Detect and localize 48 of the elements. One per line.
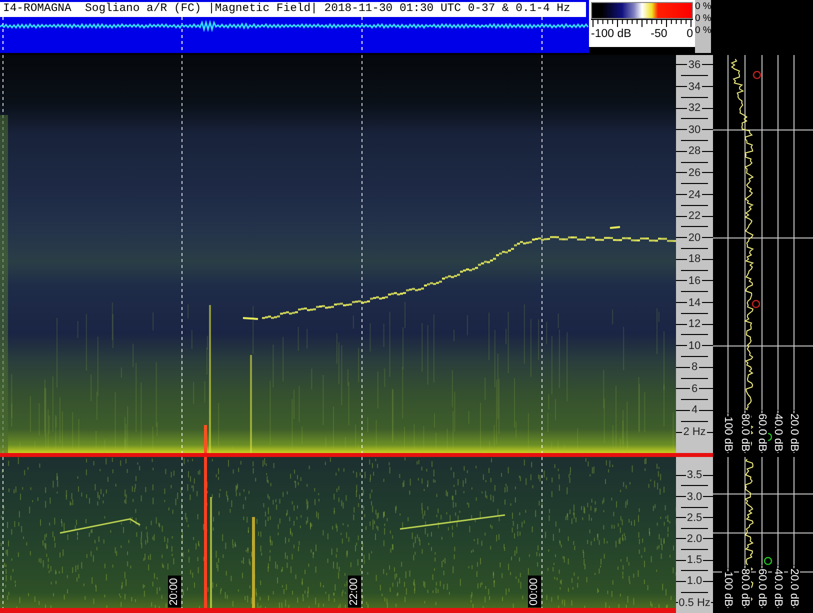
db-label: -20.0 dB bbox=[788, 410, 800, 452]
percent-label: 0 % bbox=[695, 1, 711, 13]
time-label: 22:00 bbox=[348, 576, 361, 608]
percent-label: 0 % bbox=[695, 13, 711, 25]
scale-label: 0 bbox=[686, 28, 693, 40]
frequency-label: 0.5 Hz bbox=[678, 598, 712, 608]
frequency-label: 16 bbox=[687, 276, 702, 286]
time-label: 00:00 bbox=[528, 576, 541, 608]
db-label: -80.0 dB bbox=[739, 565, 751, 607]
frequency-label: 1.0 bbox=[686, 576, 704, 586]
frequency-label: 2.5 bbox=[686, 512, 704, 523]
db-label: -100 dB bbox=[722, 413, 734, 452]
frequency-label: 2.0 bbox=[686, 534, 704, 544]
db-label: -80.0 dB bbox=[739, 410, 751, 452]
scale-label: -50 bbox=[650, 28, 668, 40]
db-label: -40.0 dB bbox=[772, 410, 784, 452]
db-label: -40.0 dB bbox=[772, 565, 784, 607]
circle-marker bbox=[752, 70, 762, 80]
frequency-label: 3.5 bbox=[686, 470, 704, 480]
frequency-label: 10 bbox=[687, 340, 702, 351]
frequency-label: 14 bbox=[687, 298, 702, 308]
db-label: -20.0 dB bbox=[788, 565, 800, 607]
frequency-label: 32 bbox=[687, 103, 702, 114]
frequency-label: 24 bbox=[687, 190, 702, 200]
time-label: 20:00 bbox=[168, 576, 181, 608]
frequency-label: 36 bbox=[687, 60, 702, 70]
frequency-label: 34 bbox=[687, 82, 702, 92]
percent-label: 0 % bbox=[695, 25, 711, 37]
frequency-label: 8 bbox=[690, 362, 699, 372]
chart-title: I4-ROMAGNA Sogliano a/R (FC) |Magnetic Field| 2018-11-30 01:30 UTC 0-37 & 0.1-4 Hz bbox=[0, 2, 586, 17]
scale-label: -100 dB bbox=[591, 28, 632, 40]
frequency-label: 2 Hz bbox=[682, 427, 707, 438]
frequency-label: 1.5 bbox=[686, 555, 704, 566]
db-label: -100 dB bbox=[722, 568, 734, 607]
frequency-label: 18 bbox=[687, 254, 702, 264]
frequency-label: 28 bbox=[687, 146, 702, 156]
frequency-label: 22 bbox=[687, 211, 702, 222]
frequency-label: 20 bbox=[687, 232, 702, 243]
circle-marker bbox=[764, 556, 772, 566]
frequency-label: 3.0 bbox=[686, 492, 704, 502]
frequency-label: 6 bbox=[690, 384, 699, 394]
frequency-label: 30 bbox=[687, 124, 702, 135]
frequency-label: 4 bbox=[690, 405, 699, 416]
db-label: -60.0 dB bbox=[756, 410, 768, 452]
circle-marker bbox=[752, 300, 760, 308]
db-label: -60.0 dB bbox=[756, 565, 768, 607]
frequency-label: 26 bbox=[687, 168, 702, 178]
frequency-label: 12 bbox=[687, 319, 702, 330]
